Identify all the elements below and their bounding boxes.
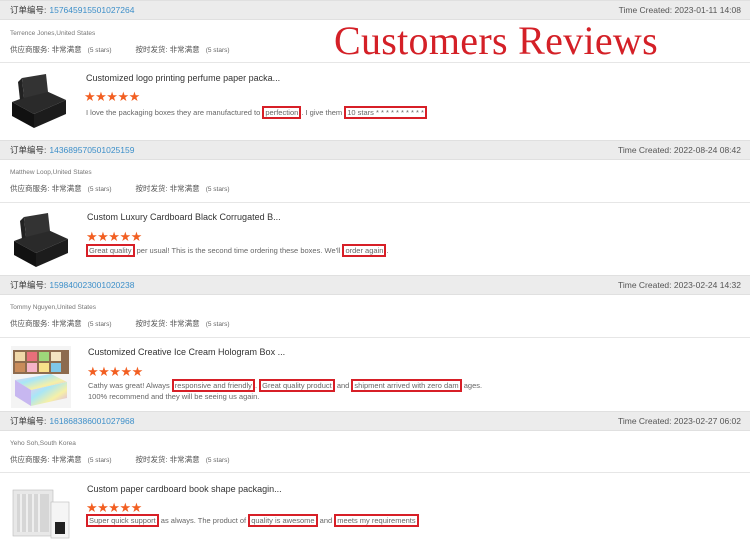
review-highlight: Great quality (86, 244, 135, 257)
star-rating: ★★★★★ (84, 89, 140, 104)
service-ratings: 供应商服务: 非常满意 (5 stars) 按时发货: 非常满意 (5 stars) (10, 183, 230, 194)
review-text: Cathy was great! Always responsive and f… (88, 379, 488, 402)
supplier-service-stars: (5 stars) (87, 457, 112, 464)
row-divider (0, 62, 750, 63)
buyer-name: Tommy Nguyen,United States (10, 304, 96, 311)
review-highlight: 10 stars * * * * * * * * * * (344, 106, 427, 119)
review-highlight: responsive and friendly (171, 379, 255, 392)
star-rating: ★★★★★ (87, 364, 143, 379)
on-time-shipping-rating: 按时发货: 非常满意 (135, 184, 200, 193)
service-ratings: 供应商服务: 非常满意 (5 stars) 按时发货: 非常满意 (5 stars) (10, 318, 230, 329)
row-divider (0, 202, 750, 203)
order-number-link[interactable]: 157645915501027264 (49, 5, 134, 15)
review-segment: and (317, 516, 335, 525)
product-title-link[interactable]: Custom Luxury Cardboard Black Corrugated… (87, 212, 281, 222)
supplier-service-rating: 供应商服务: 非常满意 (10, 455, 82, 464)
buyer-name: Yeho Soh,South Korea (10, 440, 76, 447)
buyer-name: Matthew Loop,United States (10, 169, 92, 176)
row-divider (0, 337, 750, 338)
order-number-label: 订单编号: (10, 5, 47, 15)
supplier-service-rating: 供应商服务: 非常满意 (10, 319, 82, 328)
time-created: Time Created: 2022-08-24 08:42 (617, 145, 741, 155)
review-segment: Cathy was great! Always (88, 381, 172, 390)
review-highlight: shipment arrived with zero dam (351, 379, 462, 392)
review-text: Great quality per usual! This is the sec… (86, 244, 389, 257)
supplier-service-rating: 供应商服务: 非常满意 (10, 45, 82, 54)
time-created: Time Created: 2023-01-11 14:08 (618, 5, 741, 15)
on-time-shipping-stars: (5 stars) (205, 186, 230, 193)
review-highlight: Great quality product (259, 379, 335, 392)
on-time-shipping-stars: (5 stars) (205, 457, 230, 464)
on-time-shipping-stars: (5 stars) (205, 47, 230, 54)
review-segment: as always. The product of (158, 516, 249, 525)
review-segment: I love the packaging boxes they are manu… (86, 108, 263, 117)
review-text: Super quick support as always. The produ… (86, 514, 419, 527)
order-header: 订单编号: 143689570501025159 Time Created: 202… (0, 140, 750, 160)
order-number-link[interactable]: 161868386001027968 (49, 416, 134, 426)
time-created: Time Created: 2023-02-27 06:02 (617, 416, 741, 426)
product-thumbnail[interactable] (8, 72, 68, 134)
product-title-link[interactable]: Customized logo printing perfume paper p… (86, 73, 280, 83)
service-ratings: 供应商服务: 非常满意 (5 stars) 按时发货: 非常满意 (5 stars) (10, 454, 230, 465)
order-number-label: 订单编号: (10, 416, 47, 426)
reviews-page: Customers Reviews 订单编号: 15764591550102726… (0, 0, 750, 555)
product-title-link[interactable]: Customized Creative Ice Cream Hologram B… (88, 347, 285, 357)
review-segment: per usual! This is the second time order… (134, 246, 343, 255)
order-number-link[interactable]: 143689570501025159 (49, 145, 134, 155)
order-header: 订单编号: 161868386001027968 Time Created: 202… (0, 411, 750, 431)
row-divider (0, 472, 750, 473)
order-header: 订单编号: 159840023001020238 Time Created: 202… (0, 275, 750, 295)
service-ratings: 供应商服务: 非常满意 (5 stars) 按时发货: 非常满意 (5 stars) (10, 44, 230, 55)
order-header: 订单编号: 157645915501027264 Time Created: 202… (0, 0, 750, 20)
product-thumbnail[interactable] (10, 211, 70, 273)
review-segment: and (334, 381, 352, 390)
review-highlight: meets my requirements (334, 514, 419, 527)
order-number-link[interactable]: 159840023001020238 (49, 280, 134, 290)
review-highlight: Super quick support (86, 514, 159, 527)
order-number-label: 订单编号: (10, 280, 47, 290)
supplier-service-rating: 供应商服务: 非常满意 (10, 184, 82, 193)
order-number-label: 订单编号: (10, 145, 47, 155)
product-thumbnail[interactable] (11, 346, 71, 408)
product-thumbnail[interactable] (11, 482, 71, 544)
star-rating: ★★★★★ (86, 229, 142, 244)
supplier-service-stars: (5 stars) (87, 321, 112, 328)
review-highlight: quality is awesome (248, 514, 318, 527)
on-time-shipping-rating: 按时发货: 非常满意 (135, 319, 200, 328)
on-time-shipping-rating: 按时发货: 非常满意 (135, 45, 200, 54)
time-created: Time Created: 2023-02-24 14:32 (617, 280, 741, 290)
on-time-shipping-rating: 按时发货: 非常满意 (135, 455, 200, 464)
on-time-shipping-stars: (5 stars) (205, 321, 230, 328)
review-highlight: perfection (262, 106, 302, 119)
supplier-service-stars: (5 stars) (87, 186, 112, 193)
review-text: I love the packaging boxes they are manu… (86, 106, 427, 119)
review-segment: . I give them (301, 108, 345, 117)
review-segment: . (386, 246, 389, 255)
review-highlight: order again (342, 244, 387, 257)
buyer-name: Terrence Jones,United States (10, 30, 96, 37)
supplier-service-stars: (5 stars) (87, 47, 112, 54)
customers-reviews-banner: Customers Reviews (334, 18, 658, 63)
product-title-link[interactable]: Custom paper cardboard book shape packag… (87, 484, 282, 494)
